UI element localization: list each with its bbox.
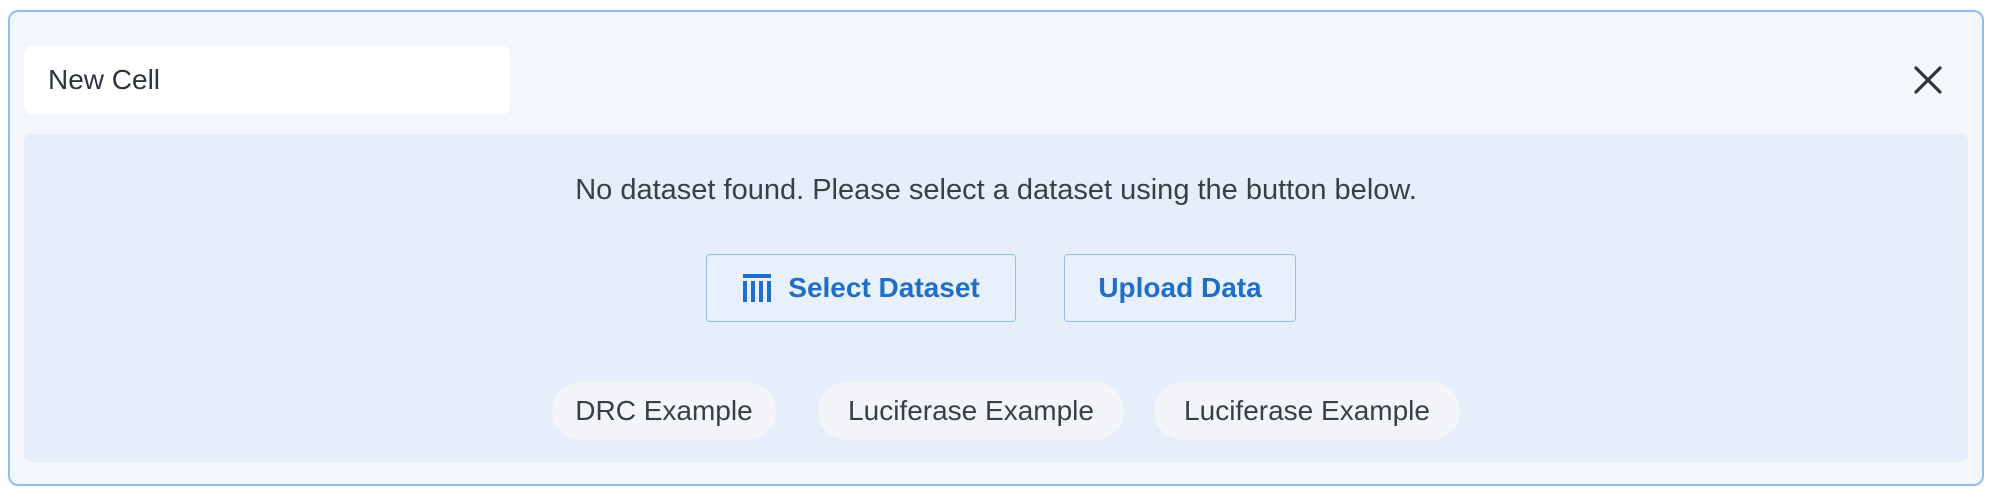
upload-data-label: Upload Data	[1098, 272, 1262, 303]
empty-message: No dataset found. Please select a datase…	[575, 174, 1417, 206]
cell-title-input[interactable]	[24, 45, 510, 115]
example-chip-label: DRC Example	[575, 395, 753, 426]
example-chip-luciferase[interactable]: Luciferase Example	[818, 382, 1124, 440]
select-dataset-button[interactable]: Select Dataset	[706, 254, 1016, 322]
example-chip-drc[interactable]: DRC Example	[552, 382, 776, 440]
close-icon	[1914, 66, 1942, 94]
empty-dataset-panel: No dataset found. Please select a datase…	[24, 134, 1968, 462]
example-chip-label: Luciferase Example	[848, 395, 1094, 426]
upload-data-button[interactable]: Upload Data	[1064, 254, 1296, 322]
example-chip-label: Luciferase Example	[1184, 395, 1430, 426]
table-columns-icon	[743, 274, 772, 302]
example-chip-luciferase-2[interactable]: Luciferase Example	[1154, 382, 1460, 440]
example-datasets: DRC Example Luciferase Example Luciferas…	[24, 382, 1968, 440]
close-button[interactable]	[1902, 54, 1954, 106]
select-dataset-label: Select Dataset	[788, 272, 980, 303]
notebook-cell: No dataset found. Please select a datase…	[8, 10, 1984, 486]
